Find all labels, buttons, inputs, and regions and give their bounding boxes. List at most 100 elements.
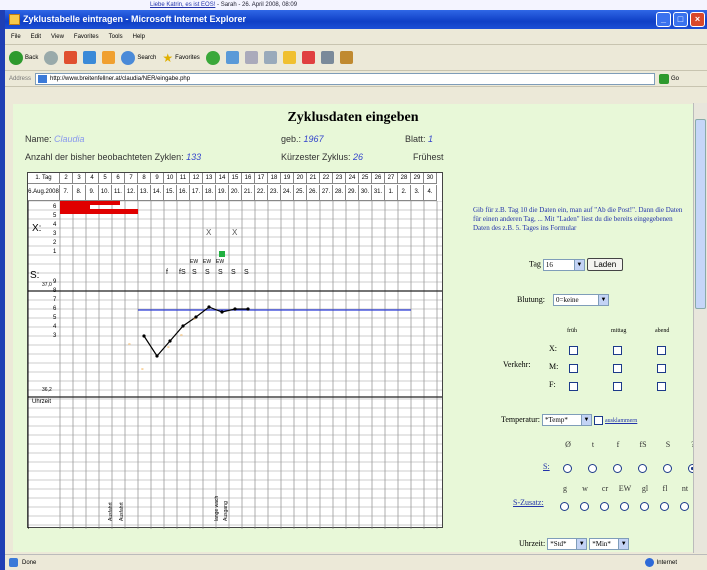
load-button[interactable]: Laden (586, 258, 624, 271)
time-label: Uhrzeit: (519, 538, 546, 548)
address-input[interactable]: http://www.breitenfellner.at/claudia/NER… (35, 72, 656, 85)
date-header-label: 6.Aug.2008 (28, 185, 60, 201)
date-cell: 13. (138, 185, 151, 201)
exclude-link[interactable]: ausklammern (605, 418, 637, 424)
verkehr-checkbox[interactable] (569, 346, 578, 355)
day-cell: 25 (359, 173, 372, 184)
verkehr-checkbox[interactable] (613, 382, 622, 391)
s-link[interactable]: S: (543, 462, 550, 471)
s-mark: S (192, 269, 197, 276)
menu-view[interactable]: View (51, 34, 64, 40)
temp-select[interactable]: *Temp* ▼ (541, 414, 592, 426)
minute-select[interactable]: *Min* ▼ (589, 538, 630, 550)
date-cell: 18. (203, 185, 216, 201)
stop-icon[interactable] (64, 51, 78, 64)
s-zusatz-radio[interactable] (560, 502, 569, 511)
edit-icon[interactable] (320, 51, 334, 64)
minimize-icon[interactable]: _ (656, 12, 671, 27)
scale-label: 2 (53, 240, 57, 246)
scale-label: 6 (53, 204, 57, 210)
day-cell: 9 (151, 173, 164, 184)
forward-arrow-icon[interactable] (44, 50, 59, 65)
verkehr-checkbox[interactable] (569, 382, 578, 391)
s-radio[interactable] (613, 464, 622, 473)
status-bar: Done Internet (5, 554, 707, 570)
vertical-scrollbar[interactable] (693, 103, 707, 553)
date-cell: 25. (294, 185, 307, 201)
go-arrow-icon (659, 73, 670, 84)
excluded-temp-mark: ° (167, 345, 170, 353)
background-page-strip: Liebe Katrin, es ist EOS! - Sarah - 26. … (0, 0, 707, 10)
temp-label: Temperatur: (501, 414, 540, 424)
s-zusatz-radio[interactable] (620, 502, 629, 511)
scroll-thumb[interactable] (695, 119, 706, 309)
refresh-icon[interactable] (83, 51, 97, 64)
shortest-value: 26 (353, 152, 364, 162)
search-button[interactable]: Search (121, 50, 156, 65)
bleeding-bar (60, 205, 90, 214)
day-cell: 14 (216, 173, 229, 184)
s-radio[interactable] (638, 464, 647, 473)
favorites-button[interactable]: ★ Favorites (162, 51, 199, 65)
s-zusatz-radio[interactable] (660, 502, 669, 511)
verkehr-checkbox[interactable] (657, 382, 666, 391)
bottom-note: Ausgang (223, 501, 229, 521)
cycles-value: 133 (186, 152, 202, 162)
history-icon[interactable] (225, 51, 239, 64)
day-cell: 12 (190, 173, 203, 184)
verkehr-checkbox[interactable] (569, 364, 578, 373)
s-zusatz-radio[interactable] (580, 502, 589, 511)
date-cell: 29. (346, 185, 359, 201)
temperature-point (181, 324, 185, 328)
cycle-table: 1. Tag 2 3 4 5 6 7 8 9 10 11 12 13 14 15 16 17 18 19 20 21 22… (27, 172, 443, 529)
hour-select[interactable]: *Std* ▼ (547, 538, 588, 550)
mail-icon[interactable] (244, 51, 258, 64)
ew-mark: EW (216, 259, 224, 265)
address-label: Address (9, 75, 32, 82)
s-radio[interactable] (588, 464, 597, 473)
s-radio[interactable] (663, 464, 672, 473)
verkehr-checkbox[interactable] (657, 346, 666, 355)
window-title: Zyklustabelle eintragen - Microsoft Inte… (23, 14, 247, 24)
day-cell: 26 (372, 173, 385, 184)
menu-tools[interactable]: Tools (109, 34, 123, 40)
date-cell: 28. (333, 185, 346, 201)
day-cell: 27 (385, 173, 398, 184)
back-button[interactable]: Back (9, 50, 38, 65)
day-cell: 17 (255, 173, 268, 184)
bottom-note: lange wach (214, 495, 220, 521)
day-cell: 15 (229, 173, 242, 184)
browser-window: Zyklustabelle eintragen - Microsoft Inte… (5, 10, 707, 570)
verkehr-checkbox[interactable] (613, 346, 622, 355)
close-icon[interactable]: × (690, 12, 705, 27)
s-zusatz-radio[interactable] (640, 502, 649, 511)
verkehr-checkbox[interactable] (613, 364, 622, 373)
home-icon[interactable] (102, 51, 116, 64)
messenger-icon[interactable] (301, 51, 315, 64)
s-zusatz-link[interactable]: S-Zusatz: (513, 498, 544, 507)
s-zusatz-radio[interactable] (680, 502, 689, 511)
folder-icon[interactable] (282, 51, 296, 64)
menu-help[interactable]: Help (133, 34, 145, 40)
s-mark: S (205, 269, 210, 276)
scale-label: 4 (53, 222, 57, 228)
background-link[interactable]: Liebe Katrin, es ist EOS! (150, 2, 215, 8)
maximize-icon[interactable]: □ (673, 12, 688, 27)
bleeding-select[interactable]: 0=keine ▼ (553, 294, 610, 306)
go-button[interactable]: Go (659, 73, 679, 84)
address-bar: Address http://www.breitenfellner.at/cla… (5, 71, 707, 87)
s-radio[interactable] (563, 464, 572, 473)
print-icon[interactable] (263, 51, 277, 64)
menu-edit[interactable]: Edit (31, 34, 41, 40)
research-icon[interactable] (339, 51, 353, 64)
tag-select[interactable]: 16 ▼ (542, 258, 585, 271)
temperature-point (207, 305, 211, 309)
s-zusatz-radio[interactable] (600, 502, 609, 511)
chevron-down-icon: ▼ (618, 539, 629, 549)
exclude-checkbox[interactable] (593, 415, 603, 425)
menu-file[interactable]: File (11, 34, 21, 40)
media-icon[interactable] (205, 50, 220, 65)
verkehr-checkbox[interactable] (657, 364, 666, 373)
tag-row: Tag 16 ▼ Laden (529, 258, 624, 271)
menu-favorites[interactable]: Favorites (74, 34, 99, 40)
